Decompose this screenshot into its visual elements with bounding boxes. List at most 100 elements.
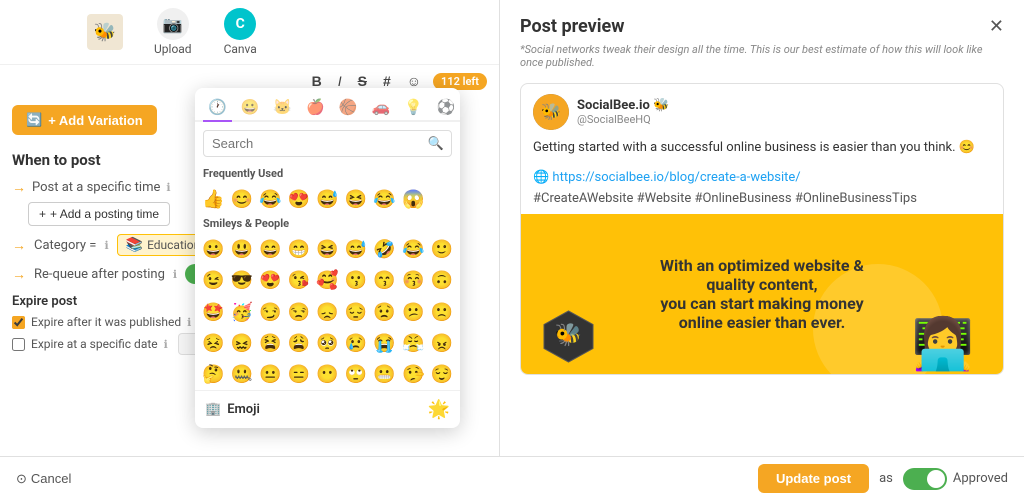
plus-icon-posting: + — [39, 207, 46, 221]
emoji-item[interactable]: 😶 — [313, 359, 342, 390]
emoji-item[interactable]: 😟 — [370, 297, 399, 328]
emoji-item[interactable]: 😎 — [228, 265, 257, 296]
emoji-item[interactable]: 😠 — [427, 328, 456, 359]
emoji-item[interactable]: 🤩 — [199, 297, 228, 328]
emoji-tab-animals[interactable]: 🐱 — [268, 94, 297, 122]
emoji-tab-symbols[interactable]: ⚽ — [432, 94, 460, 122]
emoji-item[interactable]: 🤣 — [370, 234, 399, 265]
emoji-item[interactable]: 😔 — [342, 297, 371, 328]
approved-toggle-button[interactable] — [903, 468, 947, 490]
emoji-tab-food[interactable]: 🍎 — [301, 94, 330, 122]
emoji-item[interactable]: 😕 — [399, 297, 428, 328]
info-icon-expire[interactable]: ℹ — [187, 316, 191, 329]
update-post-button[interactable]: Update post — [758, 464, 869, 493]
emoji-item[interactable]: 😍 — [256, 265, 285, 296]
approved-label: Approved — [953, 471, 1008, 486]
emoji-item[interactable]: 😍 — [285, 184, 314, 215]
info-icon-category[interactable]: ℹ — [104, 239, 108, 252]
emoji-item[interactable]: 🤐 — [228, 359, 257, 390]
info-icon-requeue[interactable]: ℹ — [173, 268, 177, 281]
emoji-footer-sun-icon[interactable]: 🌟 — [428, 399, 450, 420]
emoji-item[interactable]: 😂 — [256, 184, 285, 215]
bottom-bar: ⊙ Cancel Update post as Approved — [0, 456, 1024, 500]
emoji-item[interactable]: 😫 — [256, 328, 285, 359]
emoji-tab-recent[interactable]: 🕐 — [203, 94, 232, 122]
frequently-used-grid: 👍 😊 😂 😍 😅 😆 😂 😱 — [195, 184, 460, 215]
emoji-picker-footer: 🏢 Emoji 🌟 — [195, 390, 460, 428]
expire-published-checkbox[interactable] — [12, 316, 25, 329]
profile-info: SocialBee.io 🐝 @SocialBeeHQ — [577, 98, 669, 126]
add-variation-button[interactable]: 🔄 + Add Variation — [12, 105, 157, 135]
emoji-item[interactable]: 😬 — [370, 359, 399, 390]
left-panel: 🐝 📷 Upload C Canva B I S # ☺ 112 left 🔄 … — [0, 0, 500, 500]
preview-post-text: Getting started with a successful online… — [521, 134, 1003, 166]
emoji-item[interactable]: 😣 — [199, 328, 228, 359]
emoji-search-input[interactable] — [203, 130, 452, 157]
info-icon-post-time[interactable]: ℹ — [166, 181, 170, 194]
emoji-item[interactable]: 😆 — [313, 234, 342, 265]
emoji-tab-objects[interactable]: 💡 — [399, 94, 428, 122]
emoji-tab-travel[interactable]: 🚗 — [366, 94, 395, 122]
emoji-item[interactable]: 😖 — [228, 328, 257, 359]
emoji-item[interactable]: 😅 — [342, 234, 371, 265]
emoji-item[interactable]: 🙃 — [427, 265, 456, 296]
emoji-item[interactable]: 😘 — [285, 265, 314, 296]
search-icon: 🔍 — [428, 136, 444, 151]
emoji-item[interactable]: 😉 — [199, 265, 228, 296]
emoji-item[interactable]: 🙁 — [427, 297, 456, 328]
emoji-item[interactable]: 😙 — [370, 265, 399, 296]
emoji-item[interactable]: 🤥 — [399, 359, 428, 390]
close-button[interactable]: ✕ — [989, 16, 1004, 37]
preview-image: 🐝 👩‍💻 With an optimized website & qualit… — [521, 214, 1003, 374]
preview-title: Post preview — [520, 16, 624, 37]
upload-button[interactable]: 📷 Upload — [146, 4, 200, 60]
emoji-item[interactable]: 😄 — [256, 234, 285, 265]
emoji-item[interactable]: 😭 — [370, 328, 399, 359]
emoji-item[interactable]: 🥳 — [228, 297, 257, 328]
emoji-search-container: 🔍 — [195, 122, 460, 165]
emoji-item[interactable]: 😊 — [228, 184, 257, 215]
preview-image-text: With an optimized website & quality cont… — [632, 256, 892, 332]
emoji-item[interactable]: 😃 — [228, 234, 257, 265]
emoji-item[interactable]: 😌 — [427, 359, 456, 390]
emoji-item[interactable]: 😂 — [370, 184, 399, 215]
emoji-tab-activities[interactable]: 🏀 — [334, 94, 363, 122]
emoji-item[interactable]: 👍 — [199, 184, 228, 215]
emoji-item[interactable]: 😅 — [313, 184, 342, 215]
emoji-item[interactable]: 😆 — [342, 184, 371, 215]
canva-button[interactable]: C Canva — [216, 4, 265, 60]
emoji-item[interactable]: 😗 — [342, 265, 371, 296]
cancel-button[interactable]: ⊙ Cancel — [16, 471, 71, 487]
emoji-item[interactable]: 😐 — [256, 359, 285, 390]
emoji-item[interactable]: 🥺 — [313, 328, 342, 359]
emoji-item[interactable]: 😚 — [399, 265, 428, 296]
emoji-item[interactable]: 🙂 — [427, 234, 456, 265]
emoji-item[interactable]: 🥰 — [313, 265, 342, 296]
emoji-tab-smileys[interactable]: 😀 — [236, 94, 265, 122]
emoji-item[interactable]: 😤 — [399, 328, 428, 359]
emoji-item[interactable]: 😁 — [285, 234, 314, 265]
emoji-item[interactable]: 🙄 — [342, 359, 371, 390]
requeue-label: Re-queue after posting — [34, 267, 165, 282]
expire-date-label: Expire at a specific date — [31, 337, 158, 351]
emoji-item[interactable]: 🤔 — [199, 359, 228, 390]
emoji-item[interactable]: 😑 — [285, 359, 314, 390]
arrow-icon: → — [12, 179, 26, 196]
profile-name: SocialBee.io 🐝 — [577, 98, 669, 113]
emoji-item[interactable]: 😱 — [399, 184, 428, 215]
emoji-item[interactable]: 😂 — [399, 234, 428, 265]
emoji-item[interactable]: 😒 — [285, 297, 314, 328]
add-posting-time-button[interactable]: + + Add a posting time — [28, 202, 170, 226]
post-specific-label: Post at a specific time — [32, 180, 160, 195]
preview-subtitle: *Social networks tweak their design all … — [520, 43, 1004, 69]
expire-published-label: Expire after it was published — [31, 315, 181, 329]
emoji-item[interactable]: 😞 — [313, 297, 342, 328]
expire-date-checkbox[interactable] — [12, 338, 25, 351]
info-icon-expire-date[interactable]: ℹ — [164, 338, 168, 351]
emoji-item[interactable]: 😢 — [342, 328, 371, 359]
emoji-item[interactable]: 😀 — [199, 234, 228, 265]
emoji-item[interactable]: 😩 — [285, 328, 314, 359]
emoji-item[interactable]: 😏 — [256, 297, 285, 328]
preview-link[interactable]: https://socialbee.io/blog/create-a-websi… — [552, 170, 800, 185]
bottom-right-actions: Update post as Approved — [758, 464, 1008, 493]
